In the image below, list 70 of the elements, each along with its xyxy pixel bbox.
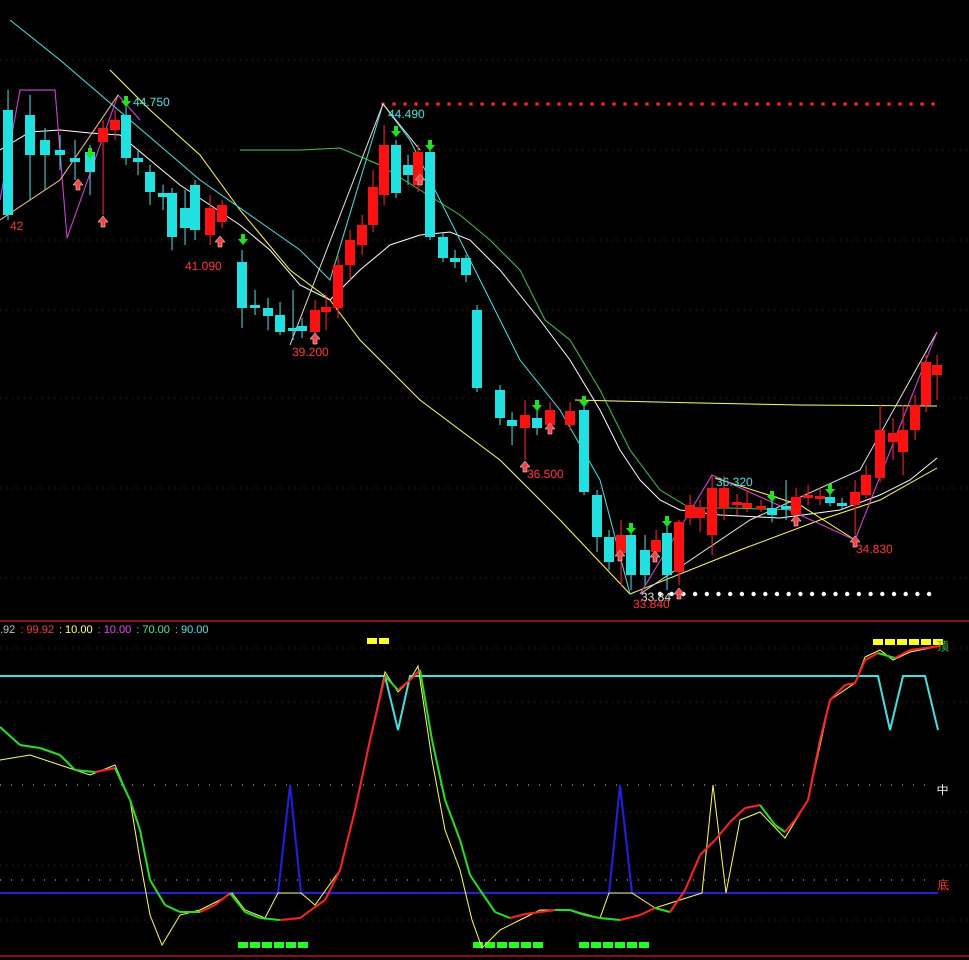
candlestick [438,232,448,262]
candlestick [391,140,401,198]
candlestick [145,164,155,206]
indicator-value: : 10.00 [98,624,132,636]
down-arrow-icon [825,484,835,495]
down-arrow-icon [391,126,401,137]
candlestick [910,394,920,440]
candlestick [321,294,331,330]
candlestick [55,134,65,170]
candlestick [275,302,285,336]
candlestick [825,494,835,506]
up-arrow-icon [614,550,626,562]
indicator-value: .92 [0,624,16,636]
down-arrow-icon [662,516,672,527]
candlestick [133,150,143,176]
down-arrow-icon [425,140,435,151]
indicator-value: : 70.00 [136,624,170,636]
candlestick [495,384,505,426]
candlestick [263,298,273,330]
candlestick [250,290,260,316]
down-arrow-icon [626,523,636,534]
candlestick [40,128,50,190]
up-arrow-icon [214,236,226,248]
indicator-value: : 99.92 [20,624,54,636]
price-label: 36.500 [527,467,564,481]
price-label: 39.200 [292,345,329,359]
candlestick [507,412,517,446]
candlestick [180,190,190,246]
candlestick [921,354,931,412]
price-label: 34.830 [856,542,893,556]
candlestick [837,498,847,510]
candlestick [345,230,355,280]
indicator-value: : 10.00 [58,624,93,636]
candlestick [732,494,742,516]
zone-label: 中 [937,783,949,797]
candlestick [70,140,80,180]
down-arrow-icon [238,234,248,245]
candlestick [616,520,626,586]
up-arrow-icon [674,588,684,600]
up-arrow-icon [98,216,108,228]
up-arrow-icon [414,174,426,186]
candlestick [565,402,575,430]
candlestick [604,530,614,570]
up-arrow-icon [544,422,556,434]
zone-label: 底 [937,878,949,892]
candlestick [932,354,942,400]
down-arrow-icon [579,396,589,407]
down-arrow-icon [767,491,777,502]
down-arrow-icon [121,96,131,107]
indicator-value: : 90.00 [174,624,208,636]
candlestick [333,254,343,318]
candlestick [520,400,530,460]
down-arrow-icon [85,148,95,159]
candlestick [217,200,227,228]
candlestick [815,488,825,506]
up-arrow-icon [790,514,802,526]
candlestick [781,480,791,520]
down-arrow-icon [532,400,542,411]
up-arrow-icon [310,332,320,344]
candlestick [803,484,813,506]
price-label: 41.090 [185,259,222,273]
candlestick [592,490,602,552]
candlestick [742,490,752,512]
up-arrow-icon [650,550,660,562]
candlestick [190,180,200,240]
up-arrow-icon [72,178,84,190]
zone-label: 顶 [937,639,949,653]
candlestick [205,194,215,246]
candlestick [695,500,705,532]
price-label: 42 [10,219,24,233]
